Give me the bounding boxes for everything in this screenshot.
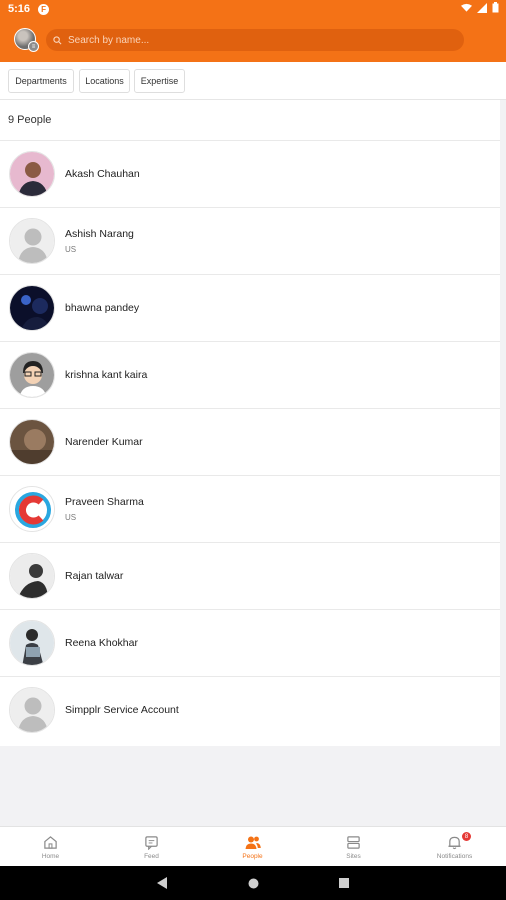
- person-name: Ashish Narang: [65, 228, 134, 240]
- avatar: [9, 285, 55, 331]
- feed-icon: [145, 836, 158, 850]
- person-name: bhawna pandey: [65, 302, 140, 314]
- filter-expertise[interactable]: Expertise: [134, 69, 185, 93]
- person-row[interactable]: Ashish Narang US: [0, 207, 500, 275]
- nav-sites[interactable]: Sites: [303, 827, 404, 867]
- status-bar: 5:16 F: [0, 0, 506, 18]
- avatar: [9, 151, 55, 197]
- person-name: Reena Khokhar: [65, 637, 138, 649]
- sites-icon: [347, 836, 360, 849]
- nav-people[interactable]: People: [202, 827, 303, 867]
- wifi-icon: [461, 3, 472, 12]
- nav-feed[interactable]: Feed: [101, 827, 202, 867]
- person-location: US: [65, 245, 77, 254]
- nav-home-label: Home: [41, 853, 60, 860]
- person-name: Praveen Sharma: [65, 496, 144, 508]
- nav-people-label: People: [242, 853, 263, 860]
- avatar: [9, 419, 55, 465]
- person-row[interactable]: krishna kant kaira: [0, 341, 500, 409]
- status-icons: [461, 2, 499, 13]
- filter-locations[interactable]: Locations: [79, 69, 130, 93]
- person-name: Simpplr Service Account: [65, 704, 179, 716]
- nav-feed-label: Feed: [144, 853, 159, 860]
- home-button-icon[interactable]: [248, 878, 259, 889]
- person-name: Rajan talwar: [65, 570, 124, 582]
- avatar: [9, 486, 55, 532]
- default-avatar-icon: [9, 687, 55, 733]
- status-time: 5:16: [8, 3, 31, 15]
- search-input[interactable]: [66, 33, 450, 47]
- search-bar[interactable]: [46, 29, 464, 51]
- back-icon[interactable]: [157, 877, 168, 889]
- bell-icon: [448, 836, 461, 850]
- people-count: 9 People: [8, 114, 52, 126]
- filter-bar: Departments Locations Expertise: [0, 62, 506, 100]
- person-row[interactable]: bhawna pandey: [0, 274, 500, 342]
- nav-sites-label: Sites: [346, 853, 361, 860]
- home-icon: [44, 836, 57, 849]
- person-location: US: [65, 513, 77, 522]
- notification-count-badge: 8: [462, 832, 471, 841]
- person-row[interactable]: Simpplr Service Account: [0, 676, 500, 744]
- recents-icon[interactable]: [339, 878, 349, 888]
- people-list: 9 People Akash Chauhan Ashish Narang US …: [0, 100, 500, 746]
- person-row[interactable]: Narender Kumar: [0, 408, 500, 476]
- nav-home[interactable]: Home: [0, 827, 101, 867]
- avatar: [9, 553, 55, 599]
- avatar: [9, 352, 55, 398]
- app-notification-icon: F: [38, 3, 50, 15]
- filter-departments[interactable]: Departments: [8, 69, 74, 93]
- person-row[interactable]: Reena Khokhar: [0, 609, 500, 677]
- bottom-nav: Home Feed People Sites 8 Notifications: [0, 826, 506, 866]
- person-name: Akash Chauhan: [65, 168, 140, 180]
- search-icon: [53, 35, 62, 44]
- profile-avatar[interactable]: ≡: [14, 28, 39, 52]
- person-row[interactable]: Praveen Sharma US: [0, 475, 500, 543]
- system-nav-bar: [0, 866, 506, 900]
- nav-notifications[interactable]: 8 Notifications: [404, 827, 505, 867]
- people-icon: [245, 836, 261, 849]
- person-name: krishna kant kaira: [65, 369, 148, 381]
- menu-icon: ≡: [28, 41, 39, 52]
- default-avatar-icon: [9, 218, 55, 264]
- nav-notifications-label: Notifications: [436, 853, 473, 860]
- app-header: ≡: [0, 18, 506, 62]
- person-row[interactable]: Rajan talwar: [0, 542, 500, 610]
- person-row[interactable]: Akash Chauhan: [0, 140, 500, 208]
- person-name: Narender Kumar: [65, 436, 143, 448]
- battery-icon: [492, 2, 499, 13]
- avatar: [9, 620, 55, 666]
- signal-icon: [477, 2, 487, 13]
